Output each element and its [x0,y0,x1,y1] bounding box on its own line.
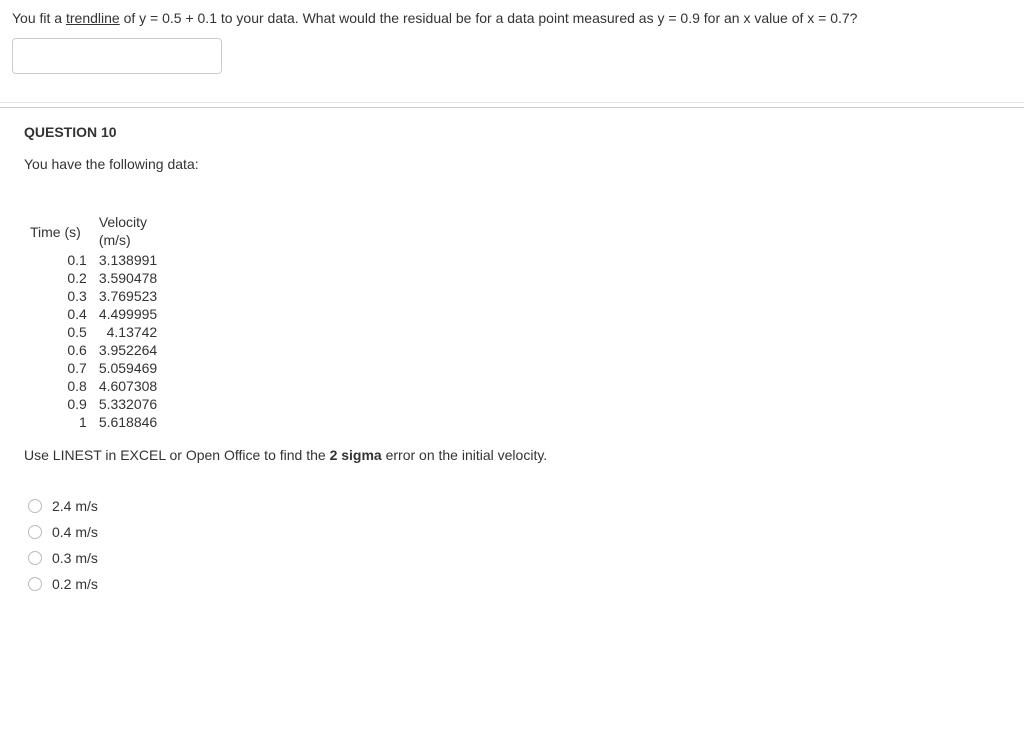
option-row[interactable]: 2.4 m/s [28,493,1000,519]
cell-time: 0.3 [24,287,93,305]
table-header-velocity: Velocity (m/s) [93,212,163,251]
question-10-section: QUESTION 10 You have the following data:… [0,108,1024,613]
cell-velocity: 3.952264 [93,341,163,359]
top-question-text: You fit a trendline of y = 0.5 + 0.1 to … [12,10,1012,26]
instruction-text: Use LINEST in EXCEL or Open Office to fi… [24,447,1000,463]
cell-velocity: 4.499995 [93,305,163,323]
option-label: 0.4 m/s [52,524,98,540]
table-row: 0.23.590478 [24,269,163,287]
table-row: 0.95.332076 [24,395,163,413]
option-label: 0.3 m/s [52,550,98,566]
table-row: 0.54.13742 [24,323,163,341]
top-question-section: You fit a trendline of y = 0.5 + 0.1 to … [0,0,1024,94]
cell-time: 0.4 [24,305,93,323]
cell-velocity: 3.769523 [93,287,163,305]
table-row: 0.75.059469 [24,359,163,377]
cell-velocity: 5.059469 [93,359,163,377]
question-header: QUESTION 10 [24,124,1000,140]
cell-time: 0.9 [24,395,93,413]
table-row: 15.618846 [24,413,163,431]
cell-time: 0.6 [24,341,93,359]
table-row: 0.63.952264 [24,341,163,359]
cell-velocity: 4.13742 [93,323,163,341]
cell-velocity: 5.618846 [93,413,163,431]
cell-velocity: 3.590478 [93,269,163,287]
cell-velocity: 3.138991 [93,251,163,269]
two-sigma-bold: 2 sigma [330,447,382,463]
radio-icon[interactable] [28,551,42,565]
text-segment: of y = 0.5 + 0.1 to your data. What woul… [120,10,858,26]
radio-icon[interactable] [28,525,42,539]
table-header-time: Time (s) [24,212,93,251]
radio-icon[interactable] [28,577,42,591]
cell-time: 1 [24,413,93,431]
cell-velocity: 5.332076 [93,395,163,413]
option-row[interactable]: 0.2 m/s [28,571,1000,597]
cell-time: 0.7 [24,359,93,377]
trendline-word: trendline [66,10,120,26]
options-group: 2.4 m/s 0.4 m/s 0.3 m/s 0.2 m/s [28,493,1000,597]
table-row: 0.33.769523 [24,287,163,305]
cell-time: 0.2 [24,269,93,287]
cell-time: 0.8 [24,377,93,395]
table-body: 0.13.138991 0.23.590478 0.33.769523 0.44… [24,251,163,431]
question-intro: You have the following data: [24,156,1000,172]
table-row: 0.13.138991 [24,251,163,269]
option-label: 2.4 m/s [52,498,98,514]
text-segment: You fit a [12,10,66,26]
table-row: 0.84.607308 [24,377,163,395]
velocity-label-line1: Velocity [99,214,147,230]
text-segment: error on the initial velocity. [382,447,547,463]
option-row[interactable]: 0.3 m/s [28,545,1000,571]
velocity-label-line2: (m/s) [99,232,131,248]
table-row: 0.44.499995 [24,305,163,323]
radio-icon[interactable] [28,499,42,513]
divider [0,102,1024,103]
option-label: 0.2 m/s [52,576,98,592]
cell-velocity: 4.607308 [93,377,163,395]
cell-time: 0.5 [24,323,93,341]
data-table: Time (s) Velocity (m/s) 0.13.138991 0.23… [24,212,163,431]
option-row[interactable]: 0.4 m/s [28,519,1000,545]
answer-input[interactable] [12,38,222,74]
text-segment: Use LINEST in EXCEL or Open Office to fi… [24,447,330,463]
cell-time: 0.1 [24,251,93,269]
